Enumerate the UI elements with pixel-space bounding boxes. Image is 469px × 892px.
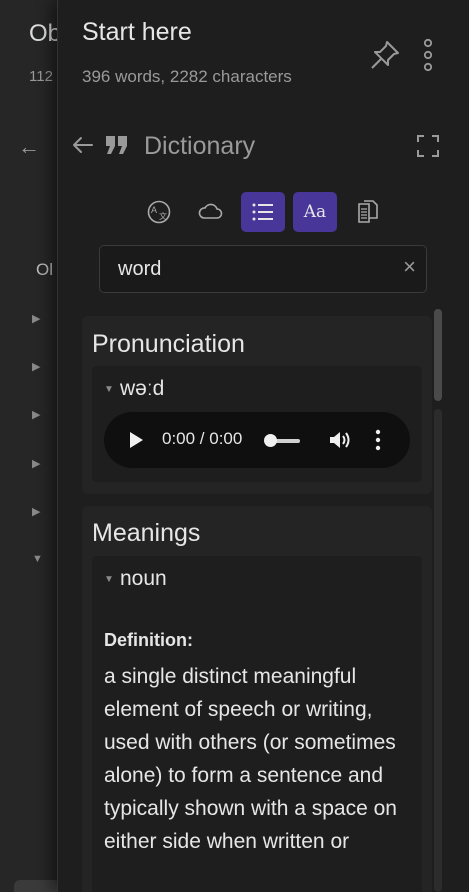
expand-triangle-icon[interactable]: ▶ <box>32 505 40 518</box>
list-view-button[interactable] <box>241 192 285 232</box>
svg-text:文: 文 <box>159 211 167 221</box>
text-size-button[interactable]: Aa <box>293 192 337 232</box>
background-pane: Ob 112 ← Ol ▶ ▶ ▶ ▶ ▶ ▼ <box>0 0 61 892</box>
more-options-icon[interactable] <box>420 38 436 72</box>
copy-button[interactable] <box>346 192 390 232</box>
note-stats: 396 words, 2282 characters <box>82 67 292 86</box>
cloud-button[interactable] <box>188 192 232 232</box>
quote-icon <box>106 136 127 154</box>
audio-player: 0:00 / 0:00 <box>104 412 410 468</box>
audio-time: 0:00 / 0:00 <box>162 429 243 448</box>
back-pane-subtitle: 112 <box>29 68 53 85</box>
pin-icon[interactable] <box>368 38 402 72</box>
collapse-triangle-icon[interactable]: ▼ <box>32 553 43 565</box>
search-box: × <box>99 245 427 293</box>
search-input[interactable] <box>100 246 390 292</box>
audio-progress-knob[interactable] <box>264 434 277 447</box>
back-pane-arrow-icon[interactable]: ← <box>18 134 40 160</box>
phonetic-text: wəːd <box>120 377 165 400</box>
meaning-entry: ▼ noun Definition: a single distinct mea… <box>92 556 422 892</box>
view-header: Dictionary <box>58 126 469 170</box>
expand-triangle-icon[interactable]: ▶ <box>32 457 40 470</box>
dictionary-pane: Start here 396 words, 2282 characters Di… <box>57 0 469 892</box>
pronunciation-entry: ▼ wəːd 0:00 / 0:00 <box>92 366 422 482</box>
meanings-card: Meanings ▼ noun Definition: a single dis… <box>82 506 432 892</box>
expand-triangle-icon[interactable]: ▶ <box>32 360 40 373</box>
play-icon[interactable] <box>126 430 146 450</box>
pronunciation-heading: Pronunciation <box>92 330 245 358</box>
svg-text:A: A <box>151 205 157 215</box>
results-scrollbar[interactable] <box>432 305 442 892</box>
collapse-triangle-icon[interactable]: ▼ <box>104 384 114 395</box>
cloud-icon <box>198 203 223 219</box>
copy-icon <box>358 200 378 223</box>
back-pane-outline-label: Ol <box>36 260 53 279</box>
list-icon <box>252 203 273 221</box>
view-title: Dictionary <box>144 132 256 160</box>
definition-label: Definition: <box>104 630 193 650</box>
back-arrow-icon[interactable] <box>70 132 96 158</box>
expand-triangle-icon[interactable]: ▶ <box>32 312 40 325</box>
definition-text: a single distinct meaningful element of … <box>104 665 397 853</box>
scrollbar-track[interactable] <box>434 409 442 892</box>
scrollbar-thumb[interactable] <box>434 309 442 401</box>
back-pane-scrollbar[interactable] <box>14 880 60 892</box>
text-size-icon: Aa <box>303 202 327 222</box>
translate-button[interactable]: A 文 <box>137 192 181 232</box>
results-panel: Pronunciation ▼ wəːd 0:00 / 0:00 Meaning… <box>82 316 432 892</box>
volume-icon[interactable] <box>328 429 352 451</box>
meanings-heading: Meanings <box>92 519 201 547</box>
expand-triangle-icon[interactable]: ▶ <box>32 408 40 421</box>
dictionary-toolbar: A 文 Aa <box>58 192 469 232</box>
pronunciation-card: Pronunciation ▼ wəːd 0:00 / 0:00 <box>82 316 432 494</box>
clear-search-icon[interactable]: × <box>403 254 416 280</box>
note-title: Start here <box>82 18 192 46</box>
part-of-speech: noun <box>120 567 167 590</box>
collapse-triangle-icon[interactable]: ▼ <box>104 574 114 585</box>
translate-icon: A 文 <box>147 200 171 224</box>
fullscreen-icon[interactable] <box>416 134 440 158</box>
audio-more-icon[interactable] <box>374 429 382 451</box>
